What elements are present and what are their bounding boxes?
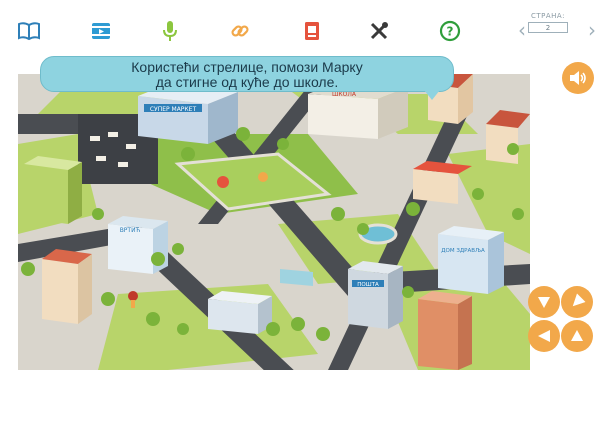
- link-icon[interactable]: [227, 18, 253, 44]
- arrow-up-left-button[interactable]: [528, 320, 560, 352]
- small-shop-building: [208, 291, 272, 334]
- city-map: СУПЕР МАРКЕТ ШКОЛА ВРТИЋ ПОШТА ДОМ ЗДРАВ…: [18, 74, 530, 370]
- arrow-up-right-button[interactable]: [561, 320, 593, 352]
- instruction-bubble: Користећи стрелице, помози Марку да стиг…: [40, 56, 454, 92]
- help-icon[interactable]: ?: [437, 18, 463, 44]
- page-label: СТРАНА:: [530, 12, 566, 20]
- instruction-line-2: да стигне од куће до школе.: [155, 74, 339, 90]
- top-toolbar: ? ‹ СТРАНА: 2 ›: [0, 0, 598, 56]
- previous-page-icon[interactable]: ‹: [518, 20, 526, 40]
- brick-building: [418, 291, 472, 370]
- svg-text:?: ?: [447, 25, 454, 39]
- video-icon[interactable]: [88, 18, 114, 44]
- school-sign: ШКОЛА: [332, 91, 357, 98]
- post-office-building: ПОШТА: [348, 261, 403, 329]
- tools-icon[interactable]: [366, 18, 392, 44]
- page-indicator: СТРАНА: 2: [528, 12, 568, 33]
- microphone-icon[interactable]: [157, 18, 183, 44]
- book-icon[interactable]: [16, 18, 42, 44]
- supermarket-building: СУПЕР МАРКЕТ: [138, 84, 238, 144]
- health-sign: ДОМ ЗДРАВЉА: [441, 248, 485, 254]
- triangle-down-icon: [538, 297, 550, 308]
- health-center-building: ДОМ ЗДРАВЉА: [438, 226, 504, 294]
- page-number-field[interactable]: 2: [528, 22, 568, 33]
- city-map-illustration: СУПЕР МАРКЕТ ШКОЛА ВРТИЋ ПОШТА ДОМ ЗДРАВ…: [18, 74, 530, 370]
- bubble-tail: [424, 90, 440, 100]
- arrow-down-left-button[interactable]: [561, 286, 593, 318]
- triangle-up-icon: [571, 330, 583, 341]
- tall-house-building: [42, 249, 92, 324]
- post-sign: ПОШТА: [357, 282, 379, 288]
- instruction-line-1: Користећи стрелице, помози Марку: [131, 59, 363, 75]
- sound-button[interactable]: [562, 62, 594, 94]
- document-icon[interactable]: [299, 18, 325, 44]
- speaker-icon: [570, 71, 586, 85]
- next-page-icon[interactable]: ›: [588, 20, 596, 40]
- arrow-down-right-button[interactable]: [528, 286, 560, 318]
- supermarket-sign: СУПЕР МАРКЕТ: [150, 106, 197, 113]
- triangle-down-left-icon: [572, 293, 586, 307]
- kindergarten-sign: ВРТИЋ: [120, 227, 141, 234]
- triangle-left-icon: [538, 330, 550, 342]
- apartment-building: [24, 156, 82, 224]
